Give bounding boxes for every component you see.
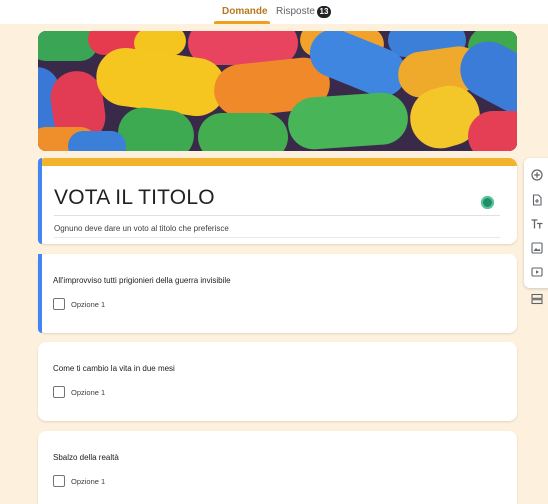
responses-count-badge: 13 — [317, 6, 331, 18]
question-card[interactable]: All'improvviso tutti prigionieri della g… — [38, 254, 517, 333]
floating-toolbar — [524, 158, 548, 288]
checkbox[interactable] — [53, 298, 65, 310]
active-tab-indicator — [214, 21, 270, 24]
checkbox-option[interactable]: Opzione 1 — [53, 298, 105, 310]
form-title-card[interactable]: VOTA IL TITOLO Ognuno deve dare un voto … — [38, 158, 517, 244]
tab-domande[interactable]: Domande — [222, 6, 268, 18]
checkbox[interactable] — [53, 475, 65, 487]
top-tab-bar: Domande Risposte 13 — [0, 0, 548, 24]
question-card[interactable]: Sbalzo della realtà Opzione 1 — [38, 431, 517, 504]
header-banner-image — [38, 31, 517, 151]
question-title[interactable]: All'improvviso tutti prigionieri della g… — [53, 276, 231, 285]
title-divider — [54, 215, 500, 216]
add-title-icon[interactable] — [531, 218, 543, 230]
checkbox-option[interactable]: Opzione 1 — [53, 475, 105, 487]
selected-indicator — [38, 254, 42, 333]
import-questions-icon[interactable] — [531, 194, 543, 206]
checkbox[interactable] — [53, 386, 65, 398]
tab-risposte[interactable]: Risposte — [276, 6, 315, 18]
form-title[interactable]: VOTA IL TITOLO — [54, 186, 215, 210]
checkbox-option[interactable]: Opzione 1 — [53, 386, 105, 398]
add-video-icon[interactable] — [531, 266, 543, 278]
option-label: Opzione 1 — [71, 387, 106, 397]
question-card[interactable]: Come ti cambio la vita in due mesi Opzio… — [38, 342, 517, 421]
question-title[interactable]: Come ti cambio la vita in due mesi — [53, 364, 175, 373]
add-image-icon[interactable] — [531, 242, 543, 254]
form-description[interactable]: Ognuno deve dare un voto al titolo che p… — [54, 224, 229, 233]
option-label: Opzione 1 — [71, 299, 106, 309]
selected-indicator — [38, 158, 42, 244]
add-section-icon[interactable] — [531, 293, 543, 305]
add-question-icon[interactable] — [531, 169, 543, 181]
description-divider — [54, 237, 500, 238]
theme-palette-icon[interactable] — [481, 196, 494, 209]
option-label: Opzione 1 — [71, 476, 106, 486]
question-title[interactable]: Sbalzo della realtà — [53, 453, 119, 462]
